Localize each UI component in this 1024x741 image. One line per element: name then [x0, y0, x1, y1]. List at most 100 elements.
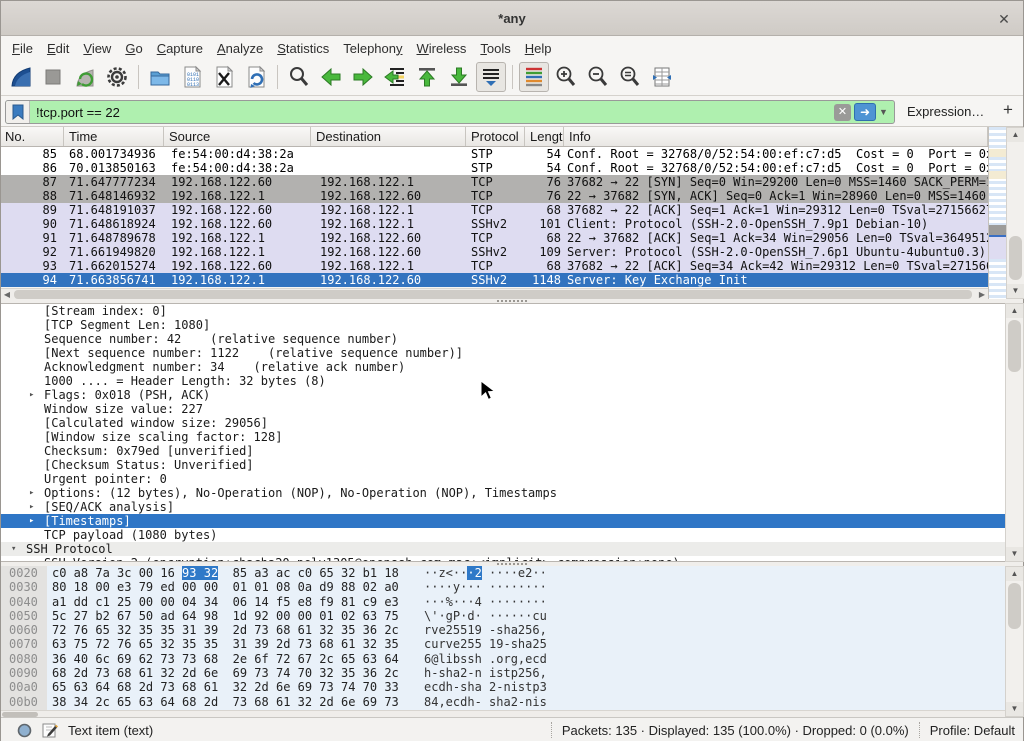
column-header-source[interactable]: Source [164, 127, 311, 146]
go-forward-button[interactable] [348, 62, 378, 92]
packet-list-vscrollbar[interactable]: ▲ ▼ [1006, 127, 1024, 299]
detail-row[interactable]: [TCP Segment Len: 1080] [1, 318, 1005, 332]
hex-row-0060[interactable]: 006072 76 65 32 35 35 31 39 2d 73 68 61 … [1, 623, 1005, 637]
reload-file-button[interactable] [241, 62, 271, 92]
capture-options-button[interactable] [102, 62, 132, 92]
bytes[interactable]: 72 76 65 32 35 35 31 39 2d 73 68 61 32 3… [52, 623, 399, 637]
bytes[interactable]: ecdh-sha 2-nistp3 [424, 680, 547, 694]
bytes[interactable]: 84,ecdh- sha2-nis [424, 695, 547, 709]
zoom-original-button[interactable] [615, 62, 645, 92]
vscroll-thumb[interactable] [1008, 320, 1021, 372]
packet-row-87[interactable]: 8771.647777234192.168.122.60192.168.122.… [1, 175, 988, 189]
packet-row-94[interactable]: 9471.663856741192.168.122.1192.168.122.6… [1, 273, 988, 287]
expander-closed-icon[interactable]: ▸ [29, 388, 34, 402]
expander-open-icon[interactable]: ▾ [11, 542, 16, 556]
filter-text[interactable]: !tcp.port == 22 [30, 105, 834, 120]
close-window-icon[interactable]: ✕ [995, 10, 1013, 28]
filter-bookmark-button[interactable] [6, 101, 30, 123]
bytes[interactable]: 85 a3 ac c0 65 32 b1 18 [218, 566, 399, 580]
scroll-up-icon[interactable]: ▲ [1006, 567, 1023, 581]
packet-row-91[interactable]: 9171.648789678192.168.122.1192.168.122.6… [1, 231, 988, 245]
menu-view[interactable]: View [76, 39, 118, 58]
hex-row-00b0[interactable]: 00b038 34 2c 65 63 64 68 2d 73 68 61 32 … [1, 695, 1005, 709]
bytes[interactable]: 36 40 6c 69 62 73 73 68 2e 6f 72 67 2c 6… [52, 652, 399, 666]
packet-list-hscrollbar[interactable]: ◀ ▶ [1, 288, 988, 299]
hex-row-0020[interactable]: 0020c0 a8 7a 3c 00 16 93 32 85 a3 ac c0 … [1, 566, 1005, 580]
start-capture-button[interactable] [6, 62, 36, 92]
hscroll-thumb[interactable] [14, 290, 972, 299]
detail-row[interactable]: Sequence number: 42 (relative sequence n… [1, 332, 1005, 346]
hex-row-00a0[interactable]: 00a065 63 64 68 2d 73 68 61 32 2d 6e 69 … [1, 680, 1005, 694]
menu-tools[interactable]: Tools [473, 39, 517, 58]
column-header-length[interactable]: Length [525, 127, 564, 146]
packet-row-93[interactable]: 9371.662015274192.168.122.60192.168.122.… [1, 259, 988, 273]
scroll-down-icon[interactable]: ▼ [1006, 702, 1023, 716]
detail-row[interactable]: [Checksum Status: Unverified] [1, 458, 1005, 472]
hex-vscrollbar[interactable]: ▲ ▼ [1005, 566, 1024, 717]
bytes[interactable]: a1 dd c1 25 00 00 04 34 06 14 f5 e8 f9 8… [52, 595, 399, 609]
expert-info-icon[interactable] [17, 723, 32, 738]
scroll-down-icon[interactable]: ▼ [1006, 547, 1023, 561]
packet-row-90[interactable]: 9071.648618924192.168.122.60192.168.122.… [1, 217, 988, 231]
zoom-in-button[interactable] [551, 62, 581, 92]
bytes[interactable]: 6@libssh .org,ecd [424, 652, 547, 666]
packet-row-92[interactable]: 9271.661949820192.168.122.1192.168.122.6… [1, 245, 988, 259]
hex-row-0080[interactable]: 008036 40 6c 69 62 73 73 68 2e 6f 72 67 … [1, 652, 1005, 666]
bytes[interactable]: 80 18 00 e3 79 ed 00 00 01 01 08 0a d9 8… [52, 580, 399, 594]
expander-closed-icon[interactable]: ▸ [29, 486, 34, 500]
vscroll-thumb[interactable] [1009, 236, 1022, 280]
zoom-out-button[interactable] [583, 62, 613, 92]
scroll-up-icon[interactable]: ▲ [1006, 304, 1023, 318]
detail-row[interactable]: [Calculated window size: 29056] [1, 416, 1005, 430]
bytes[interactable]: rve25519 -sha256, [424, 623, 547, 637]
restart-capture-button[interactable] [70, 62, 100, 92]
filter-clear-icon[interactable]: ✕ [834, 104, 851, 121]
hex-hscrollbar[interactable] [1, 710, 1005, 717]
selected-bytes[interactable]: ·2 [467, 566, 481, 580]
scroll-down-icon[interactable]: ▼ [1007, 284, 1024, 298]
menu-go[interactable]: Go [118, 39, 149, 58]
bytes[interactable]: \'·gP·d· ······cu [424, 609, 547, 623]
bytes[interactable]: 63 75 72 76 65 32 35 35 31 39 2d 73 68 6… [52, 637, 399, 651]
packet-row-86[interactable]: 8670.013850163fe:54:00:d4:38:2aSTP54Conf… [1, 161, 988, 175]
go-to-packet-button[interactable] [380, 62, 410, 92]
column-header-no[interactable]: No. [1, 127, 64, 146]
open-file-button[interactable] [145, 62, 175, 92]
find-packet-button[interactable] [284, 62, 314, 92]
profile-text[interactable]: Profile: Default [930, 723, 1015, 738]
menu-telephony[interactable]: Telephony [336, 39, 409, 58]
menu-edit[interactable]: Edit [40, 39, 76, 58]
bytes[interactable]: 68 2d 73 68 61 32 2d 6e 69 73 74 70 32 3… [52, 666, 399, 680]
column-header-destination[interactable]: Destination [311, 127, 466, 146]
vscroll-thumb[interactable] [1008, 583, 1021, 629]
detail-row[interactable]: [Next sequence number: 1122 (relative se… [1, 346, 1005, 360]
save-file-button[interactable]: 010101100113 [177, 62, 207, 92]
close-file-button[interactable] [209, 62, 239, 92]
detail-row[interactable]: TCP payload (1080 bytes) [1, 528, 1005, 542]
filter-dropdown-icon[interactable]: ▼ [879, 107, 891, 117]
bytes[interactable]: ····e2·· [482, 566, 547, 580]
detail-row[interactable]: [Window size scaling factor: 128] [1, 430, 1005, 444]
detail-row[interactable]: ▾SSH Protocol [1, 542, 1005, 556]
hex-row-0040[interactable]: 0040a1 dd c1 25 00 00 04 34 06 14 f5 e8 … [1, 595, 1005, 609]
capture-comment-icon[interactable] [42, 722, 58, 738]
menu-analyze[interactable]: Analyze [210, 39, 270, 58]
detail-row[interactable]: Window size value: 227 [1, 402, 1005, 416]
add-filter-button[interactable]: + [1003, 100, 1013, 120]
column-header-time[interactable]: Time [64, 127, 164, 146]
packet-row-88[interactable]: 8871.648146932192.168.122.1192.168.122.6… [1, 189, 988, 203]
selected-bytes[interactable]: 93 32 [182, 566, 218, 580]
detail-row[interactable]: ▸Options: (12 bytes), No-Operation (NOP)… [1, 486, 1005, 500]
bytes[interactable]: h-sha2-n istp256, [424, 666, 547, 680]
bytes[interactable]: 38 34 2c 65 63 64 68 2d 73 68 61 32 2d 6… [52, 695, 399, 709]
bytes[interactable]: ···%···4 ········ [424, 595, 547, 609]
expression-button[interactable]: Expression… [907, 104, 984, 119]
detail-row[interactable]: ▸[SEQ/ACK analysis] [1, 500, 1005, 514]
detail-row[interactable]: ▸[Timestamps] [1, 514, 1005, 528]
menu-capture[interactable]: Capture [150, 39, 210, 58]
bytes[interactable]: curve255 19-sha25 [424, 637, 547, 651]
packet-row-85[interactable]: 8568.001734936fe:54:00:d4:38:2aSTP54Conf… [1, 147, 988, 161]
detail-row[interactable]: Checksum: 0x79ed [unverified] [1, 444, 1005, 458]
hex-row-0070[interactable]: 007063 75 72 76 65 32 35 35 31 39 2d 73 … [1, 637, 1005, 651]
bytes[interactable]: c0 a8 7a 3c 00 16 [52, 566, 182, 580]
